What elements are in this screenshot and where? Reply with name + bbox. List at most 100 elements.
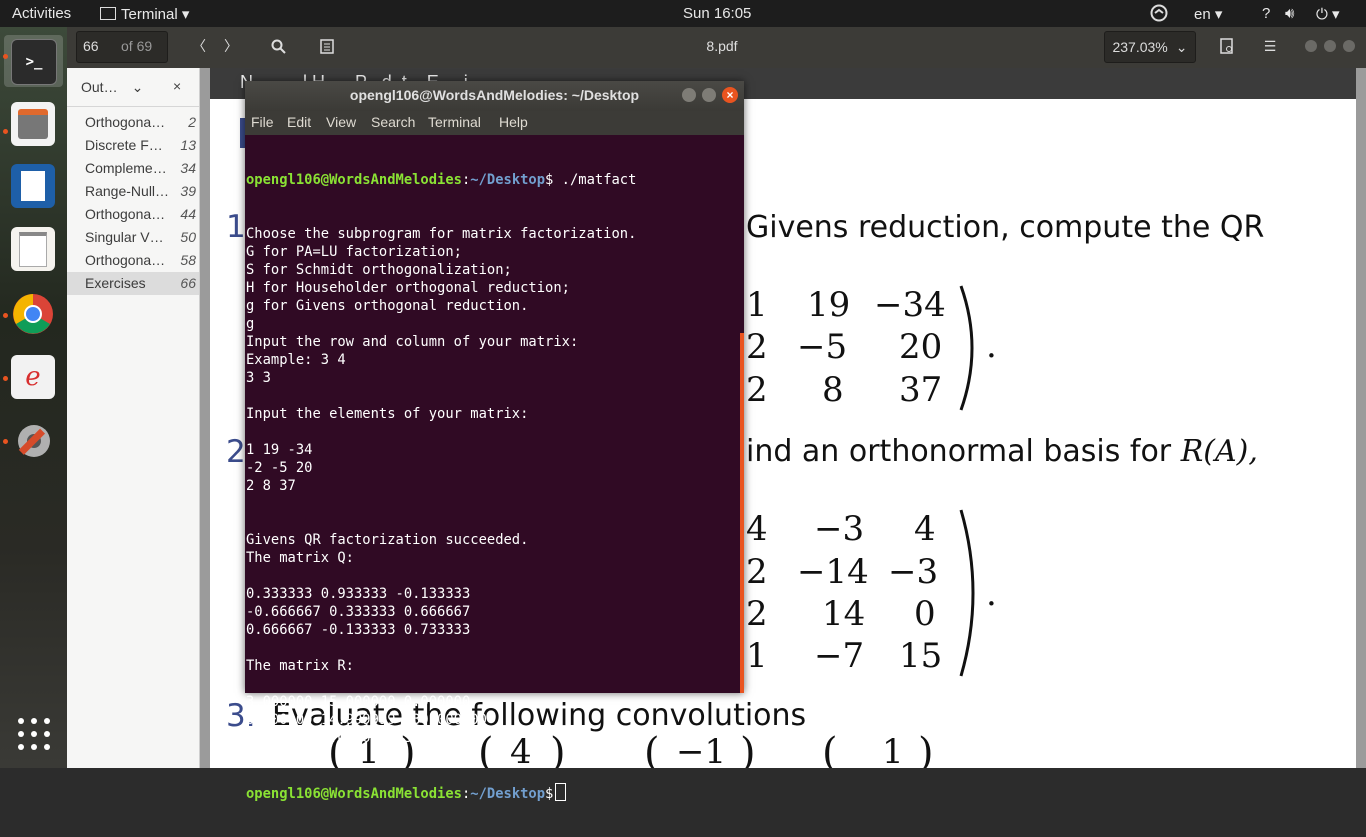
chrome-icon[interactable] [11,292,55,336]
next-page-button[interactable]: 〉 [217,31,245,61]
activities-button[interactable]: Activities [12,5,71,22]
outline-sidebar: Out… ⌄ × Orthogona… 2 Discrete F… 13 Comple… [67,68,200,768]
maximize-button[interactable] [1322,31,1338,61]
output-line: Givens QR factorization succeeded. [246,532,529,548]
settings-icon[interactable] [11,418,55,462]
matrix-cell: 20 [899,327,943,367]
chevron-down-icon: ⌄ [131,79,144,95]
outline-item[interactable]: Singular V… 50 [67,226,199,249]
outline-item[interactable]: Orthogona… 2 [67,111,199,134]
outline-item[interactable]: Orthogona… 58 [67,249,199,272]
menu-terminal[interactable]: Terminal [428,114,481,130]
page-selector[interactable]: 66 of 69 [76,31,168,63]
terminal-launcher-icon[interactable]: >_ [11,39,57,85]
matrix-cell: −5 [797,327,848,367]
close-button[interactable] [1341,31,1357,61]
output-line: The matrix R: [246,658,354,674]
print-button[interactable] [1213,31,1241,61]
network-icon[interactable] [1150,4,1168,26]
output-line: 3.000000 15.000000 0.000000 [246,694,471,710]
power-menu-icon[interactable]: ⏻ ▾ [1316,5,1340,23]
show-applications-icon[interactable] [17,717,51,751]
outline-item-selected[interactable]: Exercises 66 [67,272,199,295]
running-indicator [3,439,8,444]
command-line: opengl106@WordsAndMelodies:~/Desktop$ ./… [246,172,637,188]
output-line: 1 19 -34 [246,442,313,458]
menu-view[interactable]: View [326,114,356,130]
exercise-text-part: ind an orthonormal basis for [746,434,1181,469]
menu-file[interactable]: File [251,114,274,130]
prompt-path: ~/Desktop [470,786,546,802]
output-line: g [246,316,255,332]
close-icon [1343,40,1355,52]
chevron-down-icon: ⌄ [1175,38,1188,55]
close-sidebar-icon[interactable]: × [173,78,181,94]
chevron-right-icon: 〉 [224,38,238,54]
outline-item[interactable]: Orthogona… 44 [67,203,199,226]
exercise-text: ind an orthonormal basis for R(A), [746,434,1258,469]
minimize-button[interactable] [1303,31,1319,61]
paren-right: ) [918,730,934,768]
outline-item-page: 13 [180,137,196,153]
outline-item[interactable]: Range-Null… 39 [67,180,199,203]
terminal-window[interactable]: opengl106@WordsAndMelodies: ~/Desktop × … [245,81,744,802]
minimize-icon [1305,40,1317,52]
chevron-left-icon: 〈 [192,38,206,54]
menu-button[interactable]: ☰ [1256,31,1284,61]
zoom-selector[interactable]: 237.03% ⌄ [1104,31,1196,63]
document-viewer-icon[interactable]: e [11,355,55,399]
matrix-cell: −3 [888,552,939,592]
terminal-titlebar[interactable]: opengl106@WordsAndMelodies: ~/Desktop × [245,81,744,111]
previous-page-button[interactable]: 〈 [185,31,213,61]
libreoffice-impress-icon[interactable] [11,164,55,208]
outline-item-title: Orthogona… [85,206,166,222]
search-icon [271,39,286,54]
files-launcher-icon[interactable] [11,102,55,146]
language-indicator[interactable]: en ▾ [1194,5,1222,23]
outline-item-title: Orthogona… [85,252,166,268]
menu-help[interactable]: Help [499,114,528,130]
menu-edit[interactable]: Edit [287,114,311,130]
document-viewer-header: 66 of 69 〈 〉 8.pdf 237.03% ⌄ ☰ [67,27,1366,69]
app-menu[interactable]: Terminal ▾ [100,5,189,23]
sidebar-mode-dropdown[interactable]: Out… ⌄ [81,79,143,96]
page-number-input[interactable]: 66 [83,38,99,54]
output-line: 2 8 37 [246,478,296,494]
matrix-cell: −7 [814,636,865,676]
volume-icon[interactable]: 🔊︎ [1285,5,1294,22]
menu-search[interactable]: Search [371,114,415,130]
help-icon[interactable]: ? [1262,5,1270,22]
output-line: S for Schmidt orthogonalization; [246,262,512,278]
clock[interactable]: Sun 16:05 [683,5,751,22]
text-editor-icon[interactable] [11,227,55,271]
matrix-cell: −14 [797,552,869,592]
command-text: ./matfact [553,172,637,188]
matrix-cell: 15 [899,636,943,676]
terminal-output[interactable]: opengl106@WordsAndMelodies:~/Desktop$ ./… [246,135,740,802]
clipboard-icon [320,39,334,54]
terminal-small-icon [100,7,116,20]
minimize-button[interactable] [682,88,696,102]
outline-item-page: 44 [180,206,196,222]
current-prompt-line[interactable]: opengl106@WordsAndMelodies:~/Desktop$ [246,783,740,802]
exercise-text: Givens reduction, compute the QR [746,210,1265,245]
outline-item-title: Discrete F… [85,137,163,153]
output-line: The matrix Q: [246,550,354,566]
maximize-button[interactable] [702,88,716,102]
scrollbar[interactable] [740,333,744,693]
outline-item[interactable]: Discrete F… 13 [67,134,199,157]
terminal-menubar: File Edit View Search Terminal Help [245,111,744,135]
output-line: 0.000000 0.000000 45.000000 [246,730,471,746]
output-line: Choose the subprogram for matrix factori… [246,226,637,242]
outline-item-page: 2 [188,114,196,130]
annotations-button[interactable] [313,31,341,61]
close-button[interactable]: × [722,87,738,103]
output-line: Example: 3 4 [246,352,346,368]
outline-item[interactable]: Compleme… 34 [67,157,199,180]
matrix-cell: 8 [822,370,844,410]
search-button[interactable] [264,31,292,61]
matrix-cell: 2 [746,552,768,592]
terminal-title: opengl106@WordsAndMelodies: ~/Desktop [349,87,640,103]
